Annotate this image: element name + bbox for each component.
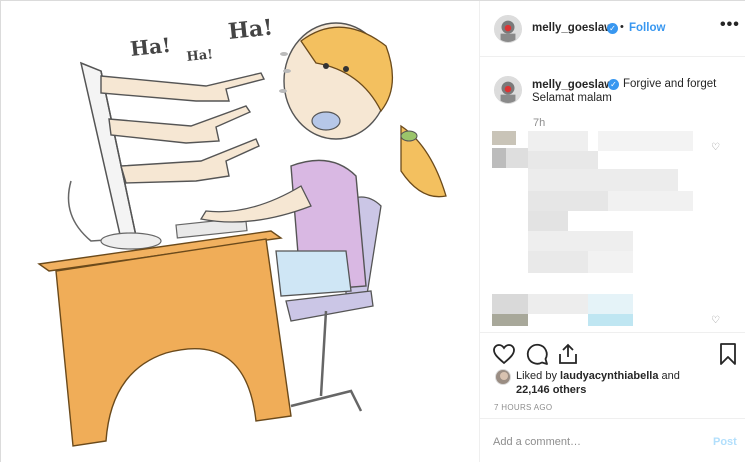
author-username[interactable]: melly_goeslaw xyxy=(532,22,613,34)
comment-icon[interactable] xyxy=(525,342,549,366)
likes-count-text[interactable]: 22,146 others xyxy=(516,384,586,396)
share-icon[interactable] xyxy=(556,342,580,366)
verified-check-icon: ✓ xyxy=(607,23,618,34)
heart-icon[interactable] xyxy=(492,342,516,366)
caption-text-line2: Selamat malam xyxy=(532,92,612,104)
post-timestamp[interactable]: 7 HOURS AGO xyxy=(494,403,552,412)
comments-section[interactable]: melly_goeslaw ✓ Forgive and forget Selam… xyxy=(480,58,745,332)
liked-by-and: and xyxy=(661,370,680,382)
add-comment-section: Post xyxy=(480,418,745,462)
comment-input[interactable] xyxy=(493,433,693,451)
caption-username[interactable]: melly_goeslaw xyxy=(532,79,613,91)
post-header: melly_goeslaw ✓ • Follow ••• xyxy=(480,1,745,57)
likes-count[interactable]: 22,146 others xyxy=(516,384,586,396)
laugh-text-1: Ha! xyxy=(129,33,172,61)
laugh-text-2: Ha! xyxy=(186,47,214,65)
caption-text: Forgive and forget xyxy=(623,78,717,90)
liked-by-avatar[interactable] xyxy=(495,369,511,385)
comment-like-heart-icon[interactable]: ♡ xyxy=(711,142,720,153)
post-sidebar: melly_goeslaw ✓ • Follow ••• melly_goesl… xyxy=(479,1,745,462)
liked-by-prefix: Liked by xyxy=(516,370,557,382)
cartoon-illustration: Ha! Ha! Ha! xyxy=(37,14,447,447)
caption-time: 7h xyxy=(533,117,546,129)
liked-by-text: Liked by laudyacynthiabella and xyxy=(516,370,680,382)
separator-dot: • xyxy=(620,21,624,33)
post-comment-button[interactable]: Post xyxy=(713,436,737,448)
comment-like-heart-icon[interactable]: ♡ xyxy=(711,315,720,326)
verified-check-icon: ✓ xyxy=(608,79,619,90)
laugh-text-3: Ha! xyxy=(227,14,274,45)
follow-button[interactable]: Follow xyxy=(629,22,665,34)
liked-by-user[interactable]: laudyacynthiabella xyxy=(560,370,658,382)
author-avatar[interactable] xyxy=(494,15,522,43)
bookmark-icon[interactable] xyxy=(716,342,740,366)
more-options-icon[interactable]: ••• xyxy=(720,16,740,34)
caption-avatar[interactable] xyxy=(494,76,522,104)
instagram-post: Ha! Ha! Ha! melly_goeslaw ✓ • Follow •••… xyxy=(0,0,745,462)
post-image[interactable]: Ha! Ha! Ha! xyxy=(1,1,479,462)
